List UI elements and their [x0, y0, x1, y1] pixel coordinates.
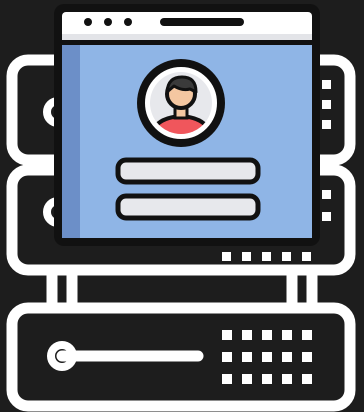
window-dot-icon — [84, 18, 92, 26]
window-dot-icon — [124, 18, 132, 26]
form-field-2 — [115, 193, 261, 221]
form-field-1 — [115, 157, 261, 185]
window-title-line — [160, 18, 244, 26]
window-body-shadow — [62, 44, 80, 238]
server-user-illustration — [6, 4, 356, 412]
user-avatar-icon — [137, 59, 225, 147]
avatar-hair — [165, 75, 198, 94]
window-title-divider — [62, 40, 312, 45]
window-dot-icon — [104, 18, 112, 26]
illustration-canvas — [0, 0, 364, 412]
